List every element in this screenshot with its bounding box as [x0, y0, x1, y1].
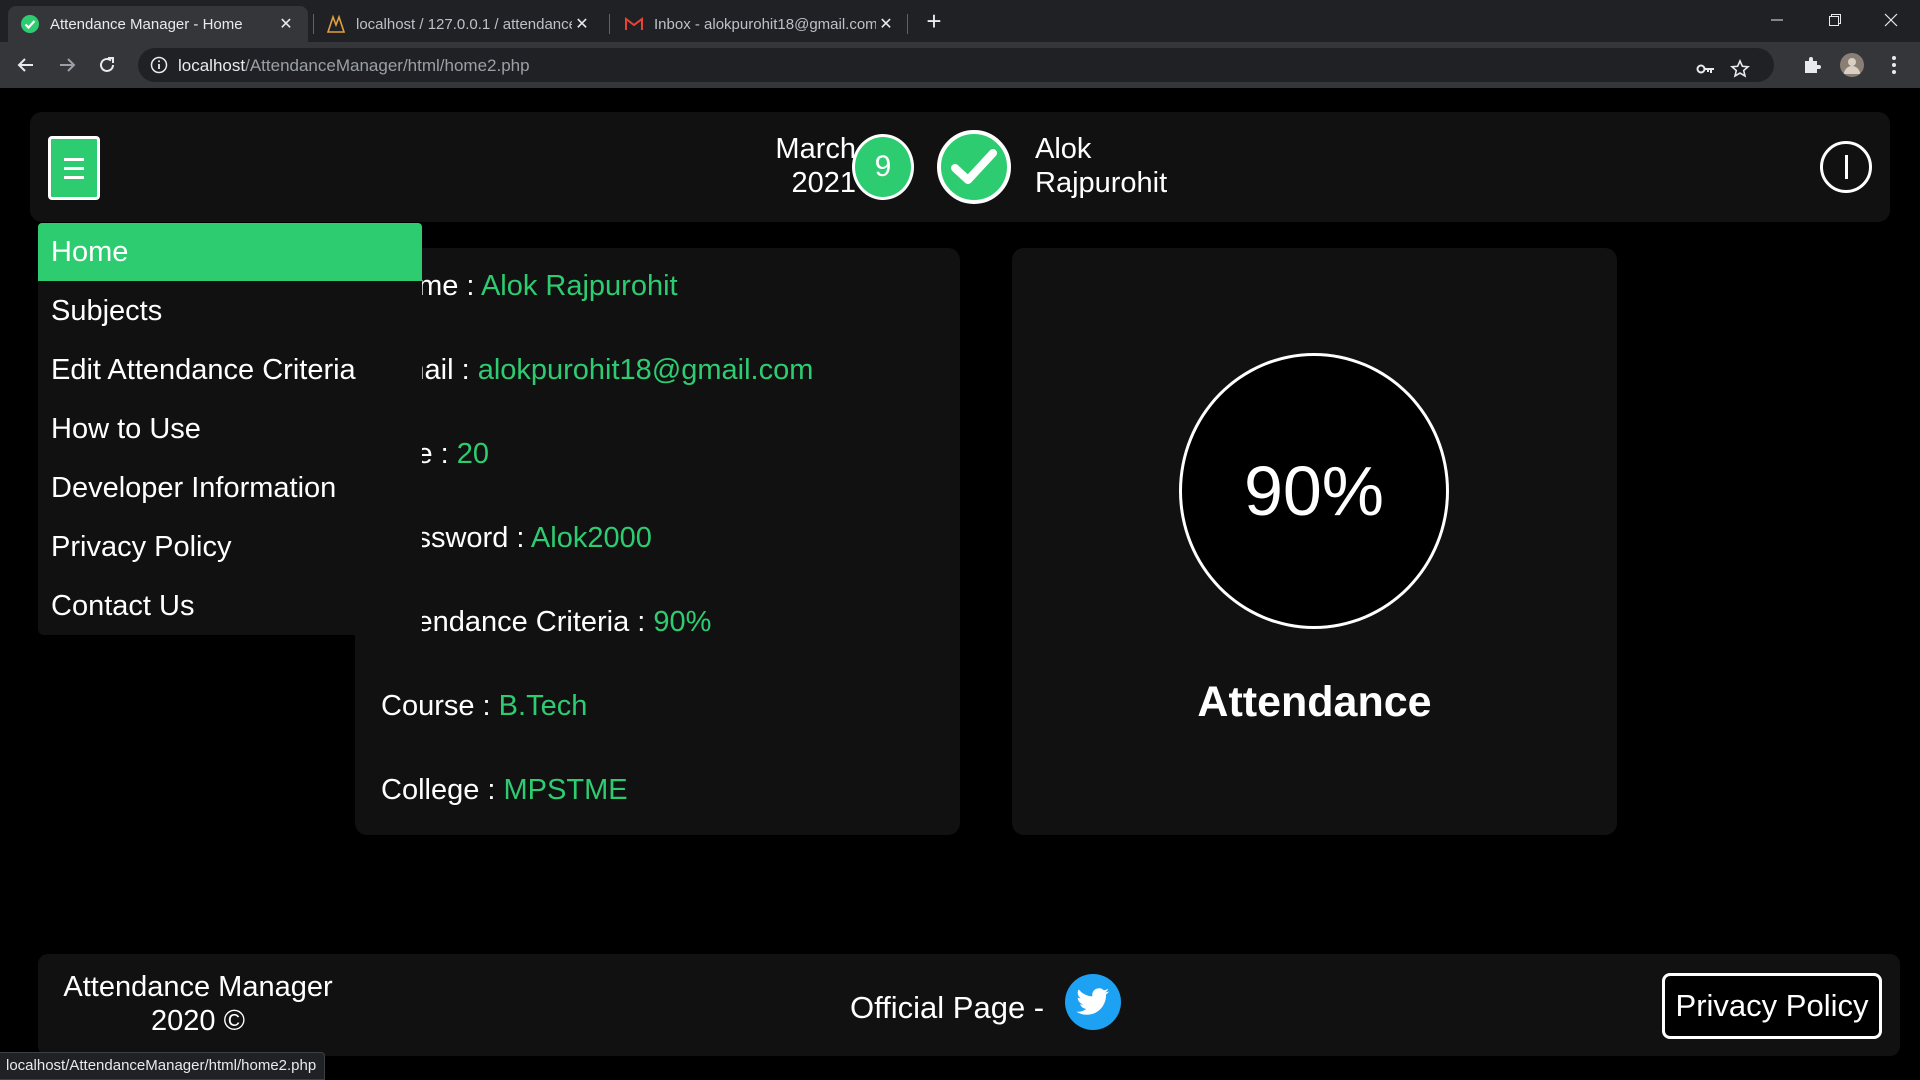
profile-value: alokpurohit18@gmail.com: [477, 354, 814, 386]
forward-arrow-icon[interactable]: [51, 49, 83, 81]
url-host: localhost: [178, 56, 246, 75]
close-tab-icon[interactable]: ✕: [276, 14, 296, 34]
restore-window-icon[interactable]: [1806, 0, 1864, 40]
url-text: localhost/AttendanceManager/html/home2.p…: [178, 56, 530, 76]
key-icon[interactable]: [1694, 57, 1718, 81]
menu-item-developer-information[interactable]: Developer Information: [38, 459, 422, 517]
reload-icon[interactable]: [91, 49, 123, 81]
tab-title: Attendance Manager - Home: [50, 15, 243, 33]
page-content: March 2021 9 Alok Rajpurohit Name : Alok…: [0, 88, 1920, 1080]
profile-row-criteria: Attendance Criteria : 90%: [381, 606, 711, 639]
browser-tab-phpmyadmin[interactable]: localhost / 127.0.0.1 / attendance ✕: [314, 6, 604, 42]
date-month: March: [775, 133, 856, 165]
twitter-bird-icon[interactable]: [1065, 974, 1121, 1030]
profile-row-email: Email : alokpurohit18@gmail.com: [381, 354, 813, 387]
profile-value: 20: [456, 438, 490, 470]
profile-label: Course :: [381, 690, 499, 722]
hamburger-menu-button[interactable]: [48, 136, 100, 200]
close-window-icon[interactable]: [1862, 0, 1920, 40]
close-tab-icon[interactable]: ✕: [876, 14, 896, 34]
menu-item-how-to-use[interactable]: How to Use: [38, 400, 422, 458]
tab-title: Inbox - alokpurohit18@gmail.com: [654, 15, 876, 33]
browser-tab-gmail[interactable]: Inbox - alokpurohit18@gmail.com ✕: [612, 6, 908, 42]
star-bookmark-icon[interactable]: [1728, 57, 1752, 81]
profile-row-course: Course : B.Tech: [381, 690, 587, 723]
footer-app-name: Attendance Manager: [63, 971, 333, 1003]
browser-tab-attendance-home[interactable]: Attendance Manager - Home ✕: [8, 6, 308, 42]
user-first-name: Alok: [1035, 133, 1092, 165]
user-name: Alok Rajpurohit: [1035, 132, 1167, 200]
side-menu: Home Subjects Edit Attendance Criteria H…: [38, 223, 422, 635]
close-tab-icon[interactable]: ✕: [572, 14, 592, 34]
phpmyadmin-favicon-icon: [326, 14, 346, 34]
profile-row-name: Name : Alok Rajpurohit: [381, 270, 678, 303]
menu-item-edit-attendance-criteria[interactable]: Edit Attendance Criteria: [38, 341, 422, 399]
green-check-favicon-icon: [20, 14, 40, 34]
profile-value: Alok Rajpurohit: [480, 270, 678, 302]
profile-row-college: College : MPSTME: [381, 774, 628, 807]
attendance-label: Attendance: [1197, 678, 1432, 726]
profile-value: Alok2000: [530, 522, 652, 554]
extensions-puzzle-icon[interactable]: [1798, 51, 1826, 79]
date-year: 2021: [791, 167, 856, 199]
menu-item-contact-us[interactable]: Contact Us: [38, 577, 422, 635]
logout-power-icon[interactable]: [1820, 141, 1872, 193]
profile-info-card: Name : Alok Rajpurohit Email : alokpuroh…: [355, 248, 960, 835]
back-arrow-icon[interactable]: [10, 49, 42, 81]
current-date: March 2021: [730, 132, 856, 200]
tab-divider: [609, 14, 610, 34]
menu-item-subjects[interactable]: Subjects: [38, 282, 422, 340]
user-last-name: Rajpurohit: [1035, 167, 1168, 199]
new-tab-button[interactable]: +: [920, 8, 948, 36]
address-bar[interactable]: localhost/AttendanceManager/html/home2.p…: [138, 48, 1774, 82]
footer-copyright: Attendance Manager 2020 ©: [48, 970, 348, 1038]
profile-value: B.Tech: [498, 690, 588, 722]
app-footer: Attendance Manager 2020 © Official Page …: [38, 954, 1900, 1056]
gmail-favicon-icon: [624, 14, 644, 34]
attendance-percent-circle: 90%: [1179, 353, 1449, 629]
profile-value: MPSTME: [503, 774, 628, 806]
day-badge: 9: [852, 134, 914, 200]
browser-toolbar: localhost/AttendanceManager/html/home2.p…: [0, 42, 1920, 88]
check-icon: [937, 130, 1011, 204]
app-header: March 2021 9 Alok Rajpurohit: [30, 112, 1890, 222]
official-page-label: Official Page -: [850, 990, 1045, 1025]
tab-divider: [907, 14, 908, 34]
site-info-icon[interactable]: [150, 56, 168, 74]
menu-item-home[interactable]: Home: [38, 223, 422, 281]
minimize-window-icon[interactable]: [1748, 0, 1806, 40]
url-path: /AttendanceManager/html/home2.php: [245, 56, 530, 75]
footer-privacy-policy-button[interactable]: Privacy Policy: [1662, 973, 1882, 1039]
browser-tab-strip: Attendance Manager - Home ✕ localhost / …: [0, 0, 1920, 42]
status-bar-url: localhost/AttendanceManager/html/home2.p…: [0, 1052, 326, 1080]
profile-value: 90%: [653, 606, 712, 638]
footer-year: 2020 ©: [151, 1005, 245, 1037]
attendance-card: 90% Attendance: [1012, 248, 1617, 835]
profile-avatar-icon[interactable]: [1838, 51, 1866, 79]
kebab-menu-icon[interactable]: [1880, 51, 1908, 79]
menu-item-privacy-policy[interactable]: Privacy Policy: [38, 518, 422, 576]
tab-title: localhost / 127.0.0.1 / attendance: [356, 15, 572, 33]
profile-label: College :: [381, 774, 504, 806]
